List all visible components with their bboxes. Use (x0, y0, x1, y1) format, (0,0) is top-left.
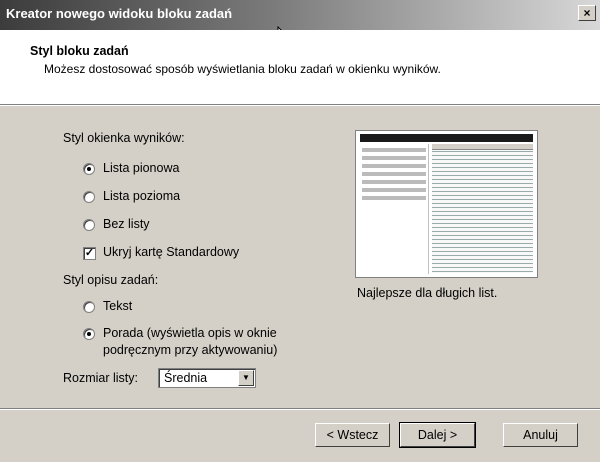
radio-horizontal-list-label[interactable]: Lista pozioma (103, 189, 180, 203)
window-title: Kreator nowego widoku bloku zadań (6, 6, 233, 21)
back-button[interactable]: < Wstecz (315, 423, 390, 447)
close-icon: × (583, 6, 591, 20)
radio-text-label[interactable]: Tekst (103, 299, 132, 313)
list-size-value: Średnia (164, 371, 208, 385)
page-title: Styl bloku zadań (30, 44, 129, 58)
list-size-select[interactable]: Średnia ▼ (158, 368, 256, 388)
radio-tooltip-label-line1[interactable]: Porada (wyświetla opis w oknie (103, 326, 277, 340)
desc-style-label: Styl opisu zadań: (63, 273, 159, 287)
wizard-header: Styl bloku zadań Możesz dostosować sposó… (0, 30, 600, 104)
page-subtitle: Możesz dostosować sposób wyświetlania bl… (44, 62, 441, 76)
footer-divider (0, 408, 600, 410)
radio-vertical-list[interactable] (83, 163, 95, 175)
hide-standard-tab-label[interactable]: Ukryj kartę Standardowy (103, 245, 239, 259)
close-button[interactable]: × (578, 5, 596, 21)
cancel-button[interactable]: Anuluj (503, 423, 578, 447)
radio-text[interactable] (83, 301, 95, 313)
title-bar: Kreator nowego widoku bloku zadań × (0, 0, 600, 30)
preview-caption: Najlepsze dla długich list. (357, 286, 498, 300)
radio-no-list-label[interactable]: Bez listy (103, 217, 150, 231)
hide-standard-tab-checkbox[interactable]: ✓ (83, 247, 96, 260)
header-divider (0, 104, 600, 106)
radio-no-list[interactable] (83, 219, 95, 231)
radio-tooltip[interactable] (83, 328, 95, 340)
preview-image (355, 130, 538, 278)
radio-vertical-list-label[interactable]: Lista pionowa (103, 161, 179, 175)
dropdown-arrow-icon[interactable]: ▼ (238, 370, 254, 386)
list-size-label: Rozmiar listy: (63, 371, 139, 385)
next-button[interactable]: Dalej > (399, 422, 476, 448)
radio-tooltip-label-line2[interactable]: podręcznym przy aktywowaniu) (103, 343, 277, 357)
radio-horizontal-list[interactable] (83, 191, 95, 203)
results-style-label: Styl okienka wyników: (63, 131, 185, 145)
